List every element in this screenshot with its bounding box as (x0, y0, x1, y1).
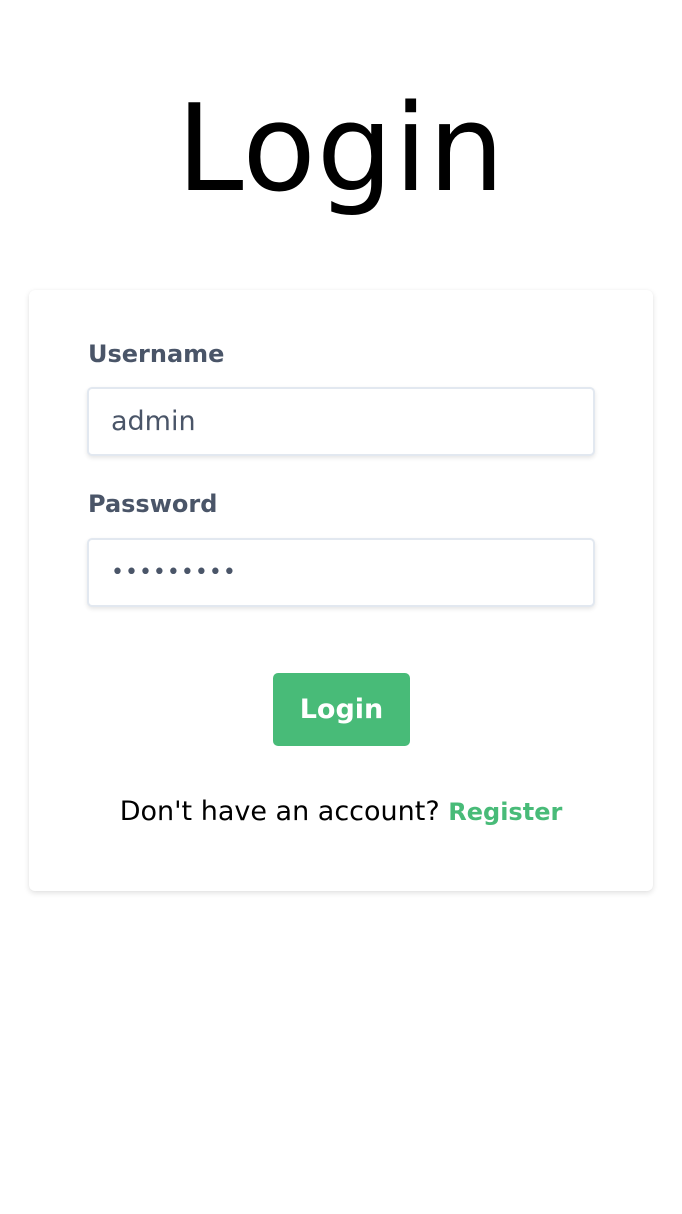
register-link[interactable]: Register (448, 798, 562, 826)
page-title: Login (176, 80, 506, 219)
password-input[interactable] (87, 538, 595, 607)
login-card: Username Password Login Don't have an ac… (29, 290, 653, 891)
register-prompt-text: Don't have an account? (119, 796, 440, 827)
username-label: Username (88, 340, 225, 368)
login-button[interactable]: Login (273, 673, 410, 746)
register-prompt: Don't have an account? Register (29, 794, 653, 830)
password-label: Password (88, 490, 218, 518)
username-input[interactable] (87, 387, 595, 456)
